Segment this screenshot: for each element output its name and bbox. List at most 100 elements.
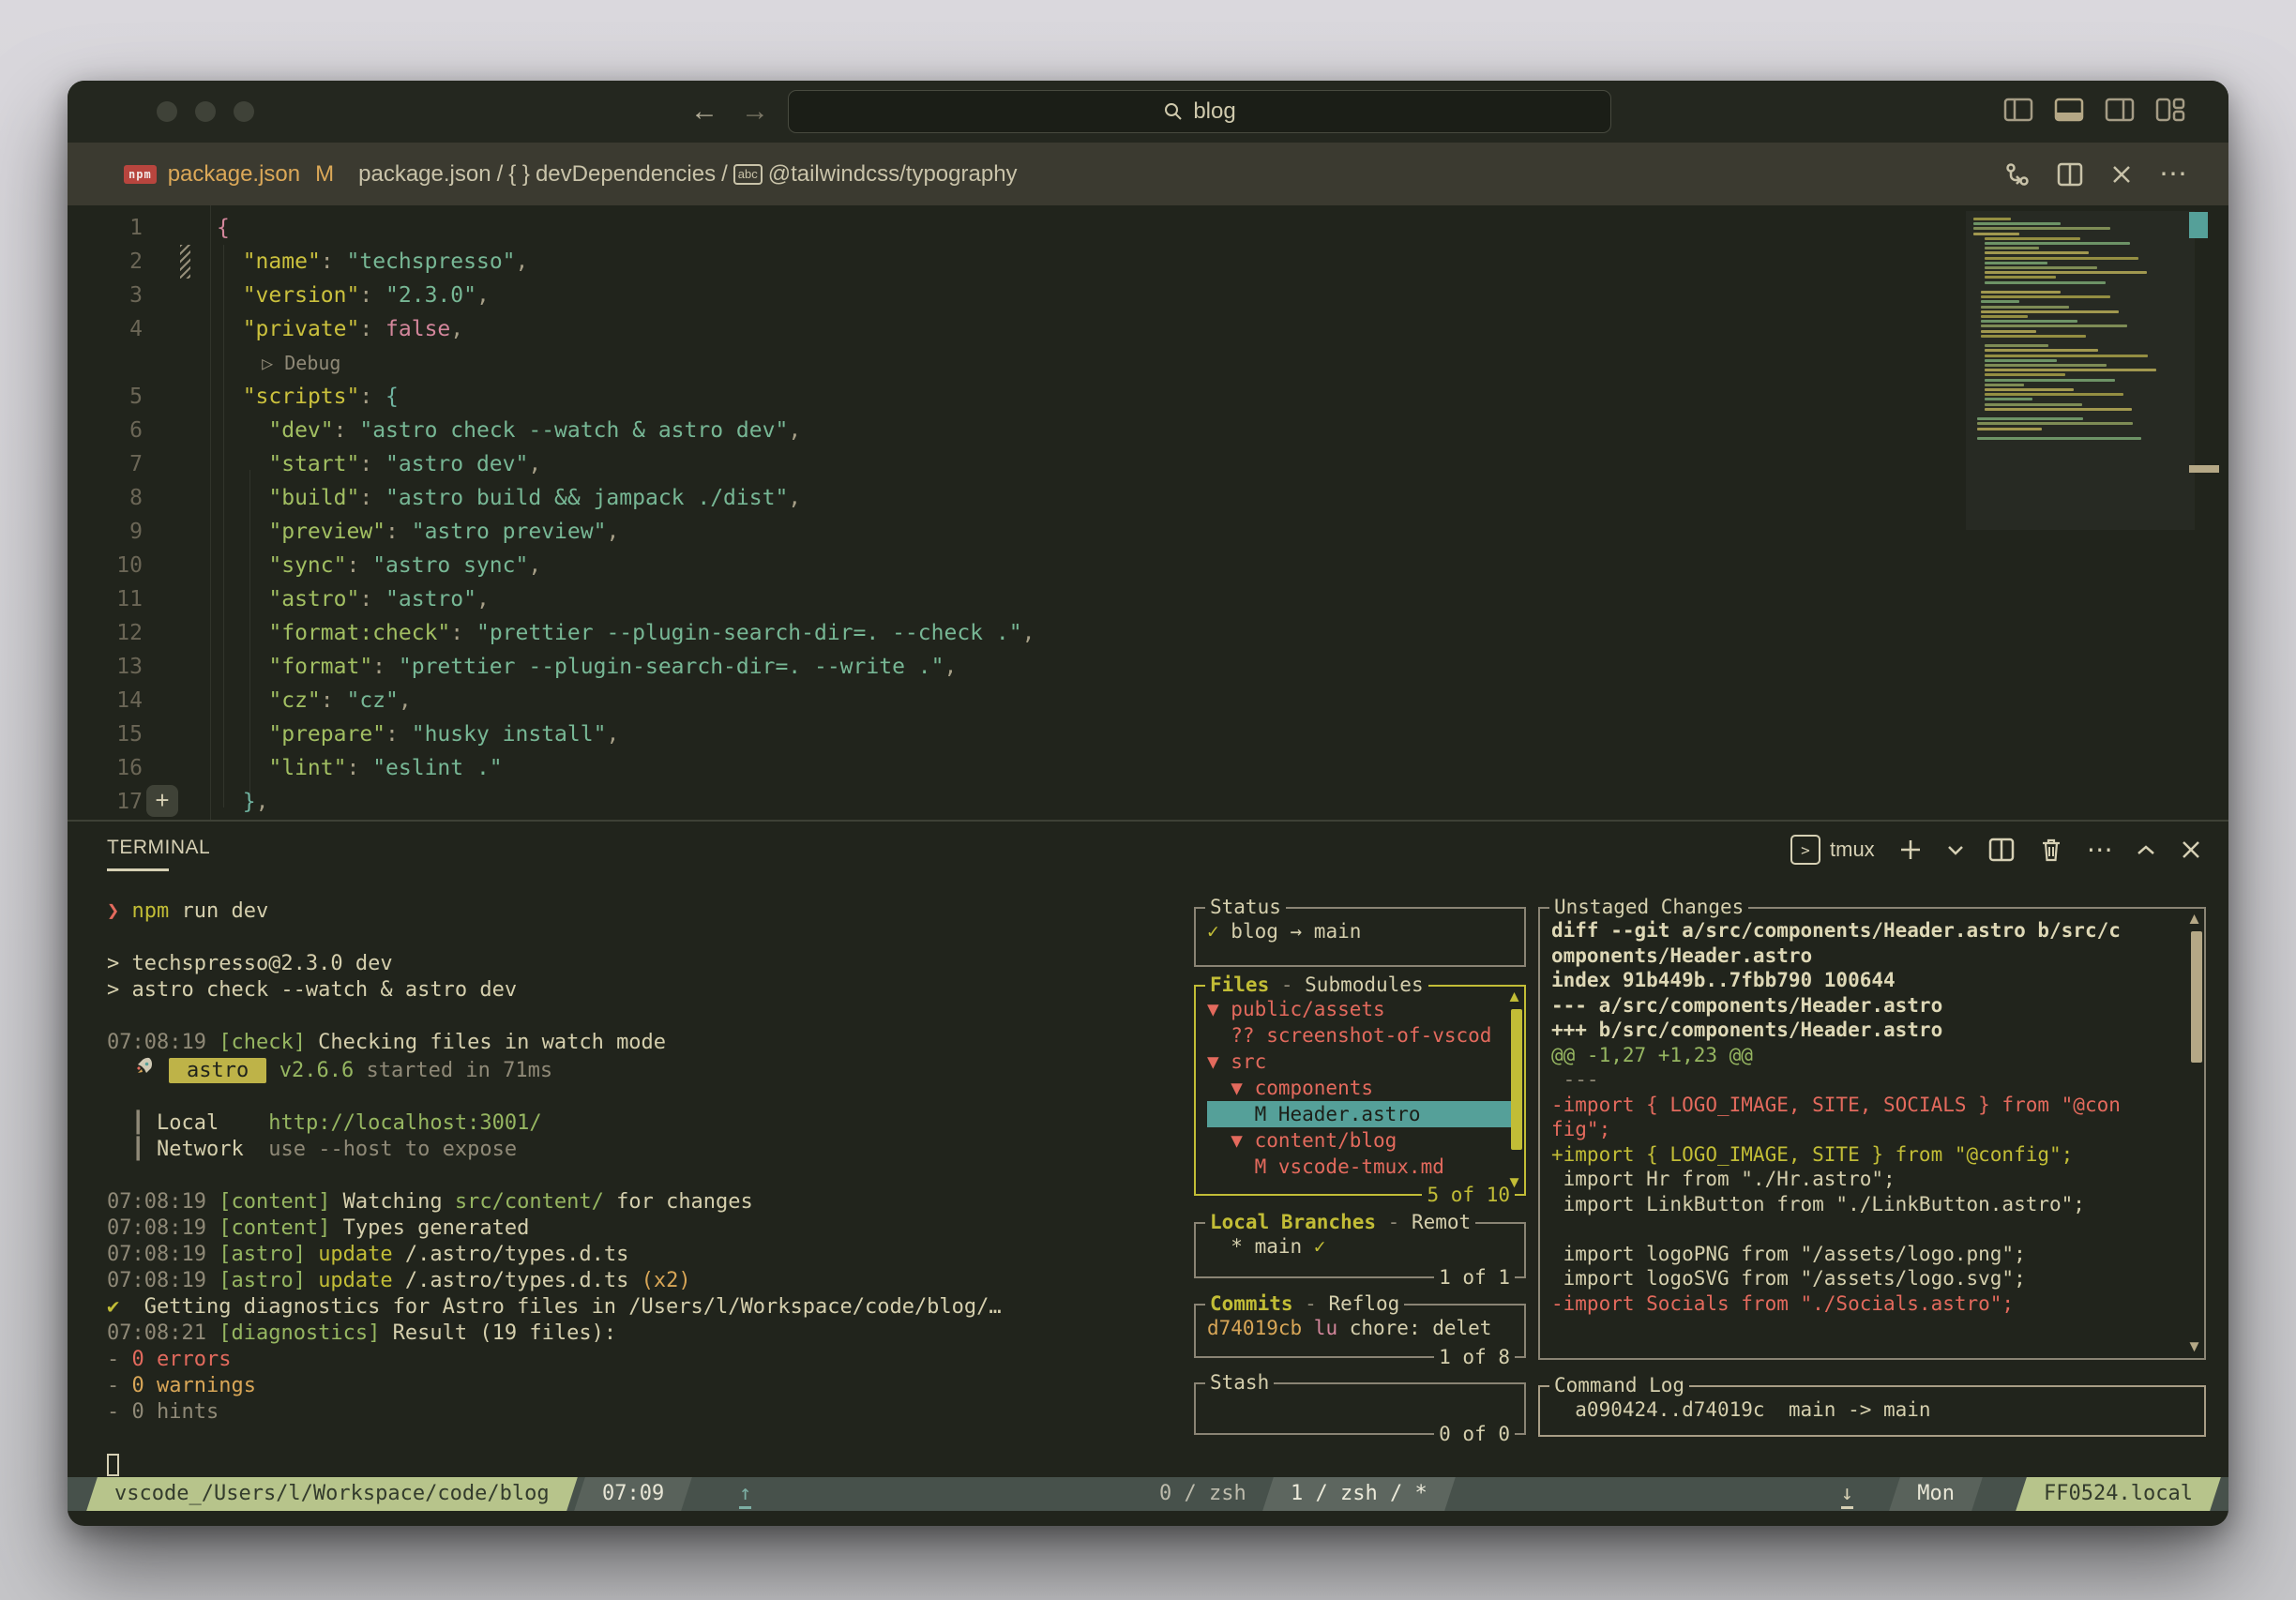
list-item[interactable]: index 91b449b..7fbb790 100644	[1551, 968, 2198, 993]
list-item[interactable]: omponents/Header.astro	[1551, 943, 2198, 969]
panel-title: Status	[1205, 894, 1286, 920]
open-changes-icon[interactable]	[2003, 160, 2032, 189]
list-item[interactable]: * main ✓	[1207, 1233, 1518, 1260]
split-editor-icon[interactable]	[2056, 160, 2084, 189]
scroll-down-icon[interactable]: ▼	[2186, 1338, 2202, 1354]
minimize-button[interactable]	[195, 101, 216, 122]
toggle-primary-sidebar-icon[interactable]	[2003, 96, 2033, 124]
text-line: - 0 hints	[107, 1400, 219, 1424]
terminal-tab[interactable]: TERMINAL	[107, 837, 210, 871]
breadcrumb-file[interactable]: package.json	[358, 161, 491, 188]
list-item[interactable]: -import { LOGO_IMAGE, SITE, SOCIALS } fr…	[1551, 1093, 2198, 1118]
list-item[interactable]: +++ b/src/components/Header.astro	[1551, 1018, 2198, 1043]
minimap-line	[1985, 236, 2080, 240]
minimap-line	[1973, 227, 2110, 231]
maximize-button[interactable]	[234, 101, 254, 122]
list-item[interactable]: M vscode-tmux.md	[1207, 1154, 1518, 1180]
list-item[interactable]: import LinkButton from "./LinkButton.ast…	[1551, 1192, 2198, 1217]
lazygit-files-panel[interactable]: Files - Submodules ▼ public/assets ?? scr…	[1194, 972, 1526, 1208]
list-item-selected[interactable]: M Header.astro	[1207, 1101, 1518, 1127]
breadcrumb-section[interactable]: devDependencies	[536, 161, 716, 188]
list-item[interactable]: ▼ content/blog	[1207, 1127, 1518, 1154]
terminal-session-chip[interactable]: > tmux	[1790, 835, 1875, 865]
kill-terminal-icon[interactable]	[2038, 836, 2064, 864]
close-panel-icon[interactable]	[2179, 838, 2203, 862]
terminal-dropdown-icon[interactable]	[1946, 837, 1965, 863]
maximize-panel-icon[interactable]	[2136, 837, 2156, 863]
list-item[interactable]: import Hr from "./Hr.astro";	[1551, 1167, 2198, 1192]
text-line	[107, 1452, 1002, 1478]
list-item[interactable]: ▼ components	[1207, 1075, 1518, 1101]
code-line: 5 "scripts": {	[129, 385, 399, 409]
close-button[interactable]	[157, 101, 177, 122]
panel-counter: 1 of 1	[1434, 1264, 1515, 1291]
scroll-down-icon[interactable]: ▼	[1506, 1174, 1522, 1190]
list-item[interactable]: diff --git a/src/components/Header.astro…	[1551, 918, 2198, 943]
lazygit-status-panel[interactable]: Status ✓ blog → main	[1194, 894, 1526, 967]
customize-layout-icon[interactable]	[2155, 96, 2187, 124]
tmux-window-1-active[interactable]: 1 / zsh / *	[1268, 1477, 1450, 1511]
lazygit-unstaged-changes-panel[interactable]: Unstaged Changes diff --git a/src/compone…	[1538, 894, 2206, 1360]
minimap-line	[1985, 271, 2147, 275]
minimap-change-marker	[2189, 212, 2208, 238]
scrollbar-thumb[interactable]	[1511, 1009, 1522, 1150]
scrollbar-thumb[interactable]	[2191, 931, 2202, 1063]
code-line: 14 "cz": "cz",	[116, 688, 412, 713]
list-item[interactable]: ---	[1551, 1067, 2198, 1093]
titlebar: ← → blog	[68, 81, 2228, 143]
scroll-up-icon[interactable]: ▲	[2186, 911, 2202, 927]
list-item[interactable]: +import { LOGO_IMAGE, SITE } from "@conf…	[1551, 1142, 2198, 1168]
lazygit-stash-panel[interactable]: Stash 0 of 0	[1194, 1369, 1526, 1447]
list-item[interactable]: ?? screenshot-of-vscod	[1207, 1022, 1518, 1049]
list-item[interactable]: -import Socials from "./Socials.astro";	[1551, 1291, 2198, 1317]
list-item[interactable]: fig";	[1551, 1117, 2198, 1142]
breadcrumb-item[interactable]: @tailwindcss/typography	[768, 161, 1018, 188]
code-line: 9 "preview": "astro preview",	[129, 520, 620, 544]
tmux-window-0[interactable]: 0 / zsh	[1159, 1477, 1246, 1511]
codelens-line: ▷ Debug	[262, 352, 341, 374]
minimap-line	[1985, 393, 2123, 397]
back-button[interactable]: ←	[690, 94, 718, 129]
list-item[interactable]	[1551, 1216, 2198, 1242]
toggle-secondary-sidebar-icon[interactable]	[2105, 96, 2135, 124]
list-item[interactable]: ▼ public/assets	[1207, 996, 1518, 1022]
toggle-panel-icon[interactable]	[2054, 96, 2084, 124]
minimap-line	[1981, 315, 2028, 318]
minimap-line	[1985, 369, 2156, 372]
list-item[interactable]: --- a/src/components/Header.astro	[1551, 993, 2198, 1019]
breadcrumb[interactable]: package.json /{ } devDependencies / abc @tail…	[358, 161, 1017, 188]
terminal-more-icon[interactable]: ⋯	[2087, 837, 2113, 863]
forward-button[interactable]: →	[741, 94, 769, 129]
code-editor[interactable]: 1{2 "name": "techspresso", 3 "version": "…	[68, 205, 2228, 820]
list-item[interactable]: import logoPNG from "/assets/logo.png";	[1551, 1242, 2198, 1267]
minimap-line	[1977, 427, 2042, 430]
terminal-tab-label: TERMINAL	[107, 837, 211, 858]
terminal-console[interactable]: ❯ npm run dev > techspresso@2.3.0 dev > a…	[107, 898, 1002, 1478]
panel-title: Files - Submodules	[1205, 972, 1428, 998]
tab-filename[interactable]: package.json	[168, 161, 300, 188]
list-item[interactable]: ▼ src	[1207, 1049, 1518, 1075]
new-terminal-icon[interactable]	[1897, 837, 1924, 863]
tmux-session-segment[interactable]: vscode_/Users/l/Workspace/code/blog	[92, 1477, 572, 1511]
inline-add-button[interactable]: +	[146, 785, 178, 817]
scrollbar-marker[interactable]	[2189, 465, 2219, 473]
list-item[interactable]: a090424..d74019c main -> main	[1551, 1396, 2198, 1423]
lazygit-branches-panel[interactable]: Local Branches - Remot * main ✓ 1 of 1	[1194, 1209, 1526, 1291]
split-terminal-icon[interactable]	[1987, 836, 2016, 864]
close-editor-icon[interactable]	[2108, 161, 2135, 188]
more-actions-icon[interactable]: ⋯	[2159, 158, 2187, 190]
tmux-time: 07:09	[602, 1482, 665, 1505]
lazygit-commits-panel[interactable]: Commits - Reflog d74019cb lu chore: delet…	[1194, 1291, 1526, 1370]
command-center-search[interactable]: blog	[788, 90, 1611, 133]
panel-body: ▼ public/assets ?? screenshot-of-vscod ▼ …	[1207, 996, 1518, 1190]
minimap-line	[1977, 417, 2083, 421]
code-line: 7 "start": "astro dev",	[129, 452, 542, 476]
minimap[interactable]	[1970, 218, 2187, 531]
list-item[interactable]: import logoSVG from "/assets/logo.svg";	[1551, 1266, 2198, 1291]
list-item[interactable]: ✓ blog → main	[1207, 918, 1518, 944]
scroll-up-icon[interactable]: ▲	[1506, 989, 1522, 1004]
list-item[interactable]: d74019cb lu chore: delet	[1207, 1315, 1518, 1341]
text-line	[107, 1426, 1002, 1452]
panel-title: Commits - Reflog	[1205, 1291, 1405, 1317]
list-item[interactable]: @@ -1,27 +1,23 @@	[1551, 1043, 2198, 1068]
